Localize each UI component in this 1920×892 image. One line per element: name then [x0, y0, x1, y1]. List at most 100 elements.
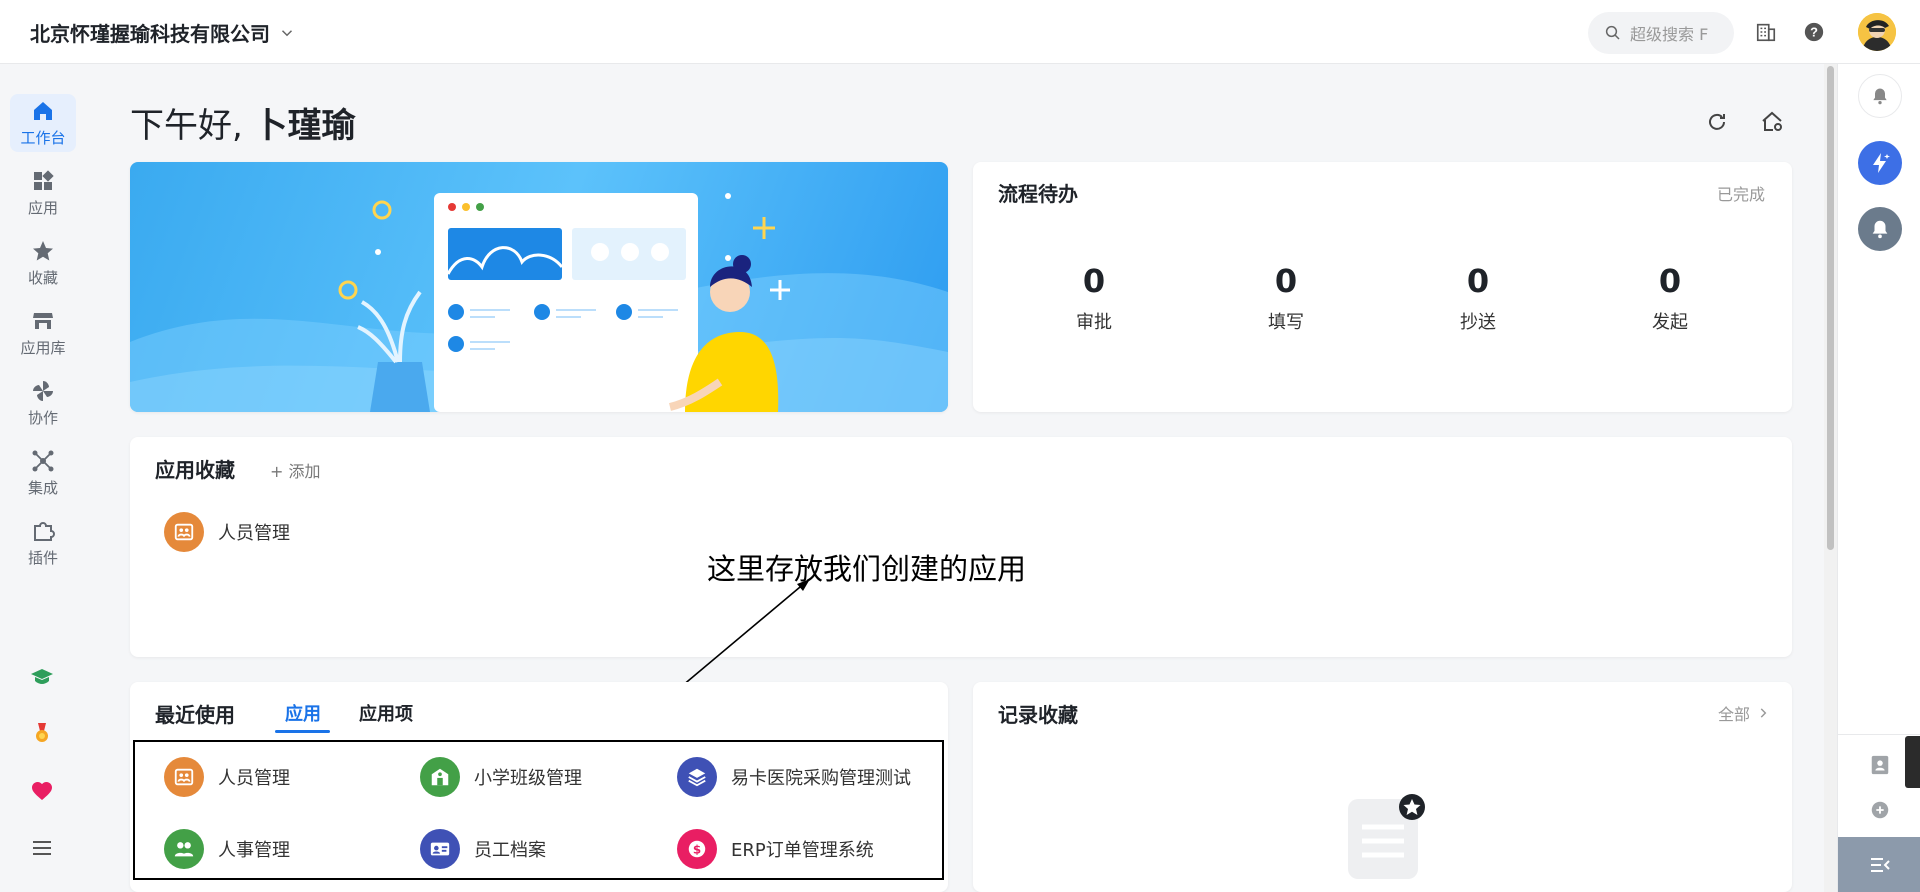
super-search-input[interactable]: 超级搜索 F [1588, 12, 1734, 54]
dollar-icon: $ [677, 829, 717, 869]
nav-item-favorites[interactable]: 收藏 [10, 234, 76, 292]
people-icon [164, 512, 204, 552]
nav-item-plugins[interactable]: 插件 [10, 514, 76, 572]
app-name: 易卡医院采购管理测试 [731, 768, 911, 789]
chevron-down-icon [281, 29, 293, 36]
stat-label: 抄送 [1460, 312, 1496, 333]
network-icon [32, 450, 54, 471]
nav-label: 集成 [27, 478, 58, 497]
nav-item-app-store[interactable]: 应用库 [10, 304, 76, 362]
annotation-text: 这里存放我们创建的应用 [707, 552, 1027, 586]
stat-label: 填写 [1268, 312, 1304, 333]
nav-label: 应用 [27, 198, 58, 217]
company-switcher[interactable]: 北京怀瑾握瑜科技有限公司 [30, 18, 296, 47]
home-settings-icon[interactable] [1760, 110, 1784, 134]
stat-cc[interactable]: 0 抄送 [1428, 262, 1528, 334]
nav-label: 应用库 [20, 338, 66, 357]
records-title: 记录收藏 [998, 703, 1078, 727]
all-records-link[interactable]: 全部 [1718, 701, 1770, 725]
graduation-cap-icon[interactable] [30, 665, 54, 689]
stat-label: 发起 [1652, 312, 1688, 333]
heart-icon[interactable] [30, 779, 54, 803]
favorites-title: 应用收藏 [155, 458, 235, 482]
add-favorite-button[interactable]: + 添加 [270, 458, 321, 482]
chevron-right-icon [1760, 708, 1767, 718]
top-bar: 北京怀瑾握瑜科技有限公司 超级搜索 F ? [0, 0, 1920, 64]
tab-app-items[interactable]: 应用项 [359, 700, 413, 726]
welcome-banner [130, 162, 948, 412]
app-name: 人事管理 [218, 840, 290, 861]
recent-title: 最近使用 [155, 703, 235, 727]
collapse-panel-button[interactable] [1838, 837, 1920, 892]
search-placeholder: 超级搜索 F [1630, 25, 1709, 44]
recent-app[interactable]: $ ERP订单管理系统 [677, 829, 874, 869]
recent-app[interactable]: 员工档案 [420, 829, 546, 869]
nav-item-workbench[interactable]: 工作台 [10, 94, 76, 152]
reminder-bell-icon[interactable] [1858, 207, 1902, 251]
collapse-menu-icon [1870, 857, 1890, 872]
store-icon [33, 312, 53, 329]
help-icon[interactable]: ? [1802, 20, 1826, 44]
app-name: 员工档案 [474, 840, 546, 861]
favorite-app[interactable]: 人员管理 [164, 512, 290, 552]
right-sidebar [1837, 64, 1920, 892]
page-scrollbar[interactable] [1824, 64, 1837, 892]
people-icon [164, 757, 204, 797]
company-name: 北京怀瑾握瑜科技有限公司 [30, 22, 270, 46]
group-icon [164, 829, 204, 869]
recent-app[interactable]: 易卡医院采购管理测试 [677, 757, 911, 797]
greeting-prefix: 下午好, [130, 106, 243, 146]
id-card-icon [420, 829, 460, 869]
app-name: 人员管理 [218, 768, 290, 789]
refresh-icon[interactable] [1705, 110, 1729, 134]
notification-bell-icon[interactable] [1858, 74, 1902, 118]
active-tab-indicator [275, 730, 330, 733]
stat-label: 审批 [1076, 312, 1112, 333]
workflow-title: 流程待办 [998, 182, 1078, 206]
layers-icon [677, 757, 717, 797]
stat-initiate[interactable]: 0 发起 [1620, 262, 1720, 334]
all-link-label: 全部 [1718, 705, 1751, 724]
medal-icon[interactable] [30, 721, 54, 745]
chat-add-icon[interactable] [1869, 799, 1891, 825]
banner-illustration [130, 193, 948, 412]
stat-approve[interactable]: 0 审批 [1044, 262, 1144, 334]
recent-app[interactable]: 人员管理 [164, 757, 290, 797]
contacts-icon[interactable] [1869, 754, 1891, 780]
nav-item-apps[interactable]: 应用 [10, 164, 76, 222]
stat-value: 0 [1466, 262, 1490, 300]
home-icon [34, 101, 52, 120]
star-icon [33, 240, 53, 260]
svg-text:$: $ [693, 843, 701, 857]
stat-value: 0 [1658, 262, 1682, 300]
building-icon[interactable] [1754, 20, 1778, 44]
left-nav: 工作台 应用 收藏 应用库 协作 集成 插件 [0, 64, 84, 892]
nav-label: 收藏 [27, 268, 58, 287]
apps-icon [34, 169, 54, 190]
recent-app[interactable]: 人事管理 [164, 829, 290, 869]
ai-assistant-icon[interactable] [1858, 141, 1902, 185]
menu-icon[interactable] [30, 836, 54, 860]
nav-item-integration[interactable]: 集成 [10, 444, 76, 502]
completed-link[interactable]: 已完成 [1717, 181, 1765, 205]
tab-apps[interactable]: 应用 [285, 700, 321, 726]
stat-value: 0 [1082, 262, 1106, 300]
app-name: ERP订单管理系统 [731, 840, 874, 861]
greeting: 下午好, 卜瑾瑜 [130, 98, 356, 147]
scroll-thumb[interactable] [1827, 66, 1834, 550]
nav-label: 插件 [27, 548, 58, 567]
user-avatar[interactable] [1858, 13, 1896, 51]
empty-records-icon [1346, 793, 1426, 887]
nav-item-collaboration[interactable]: 协作 [10, 374, 76, 432]
app-name: 人员管理 [218, 523, 290, 544]
search-icon [1605, 25, 1620, 40]
nav-label: 工作台 [20, 128, 66, 147]
stat-fill[interactable]: 0 填写 [1236, 262, 1336, 334]
nav-label: 协作 [27, 408, 58, 427]
divider [1838, 734, 1920, 735]
recent-app[interactable]: 小学班级管理 [420, 757, 582, 797]
app-name: 小学班级管理 [474, 768, 582, 789]
svg-text:?: ? [1810, 25, 1818, 40]
user-name: 卜瑾瑜 [253, 106, 356, 146]
side-handle[interactable] [1905, 736, 1920, 788]
